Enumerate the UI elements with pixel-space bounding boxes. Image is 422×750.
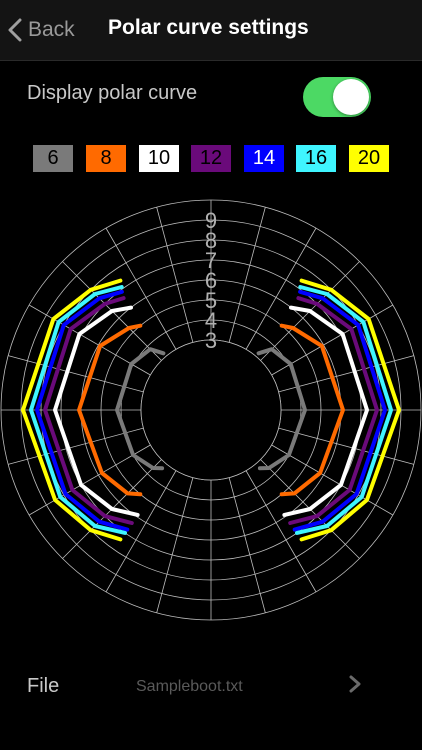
polar-spoke xyxy=(8,427,144,465)
polar-spoke xyxy=(228,207,266,343)
polar-spoke xyxy=(156,477,194,613)
legend-chip-16[interactable]: 16 xyxy=(296,145,336,172)
polar-center-disc xyxy=(140,339,282,481)
polar-spoke xyxy=(156,207,194,343)
polar-spoke xyxy=(228,477,266,613)
legend-chip-20[interactable]: 20 xyxy=(349,145,389,172)
legend-chip-6[interactable]: 6 xyxy=(33,145,73,172)
wind-speed-legend: 6 8 10 12 14 16 20 xyxy=(0,145,422,173)
chevron-left-icon xyxy=(8,18,22,42)
radial-tick-label-9: 9 xyxy=(205,208,217,233)
back-label: Back xyxy=(28,18,75,41)
page-title: Polar curve settings xyxy=(108,16,309,39)
legend-chip-10[interactable]: 10 xyxy=(139,145,179,172)
display-polar-curve-label: Display polar curve xyxy=(27,82,198,104)
polar-chart: 3456789 xyxy=(0,190,422,630)
legend-chip-14[interactable]: 14 xyxy=(244,145,284,172)
chevron-right-icon xyxy=(349,675,361,693)
file-value: Sampleboot.txt xyxy=(136,678,243,695)
navigation-bar: Back Polar curve settings xyxy=(0,0,422,61)
file-label: File xyxy=(27,675,60,697)
display-polar-curve-toggle[interactable] xyxy=(303,77,371,117)
back-button[interactable]: Back xyxy=(8,14,75,46)
polar-spoke xyxy=(278,427,414,465)
legend-chip-8[interactable]: 8 xyxy=(86,145,126,172)
polar-chart-svg: 3456789 xyxy=(0,199,422,621)
legend-chip-12[interactable]: 12 xyxy=(191,145,231,172)
toggle-knob xyxy=(333,79,369,115)
